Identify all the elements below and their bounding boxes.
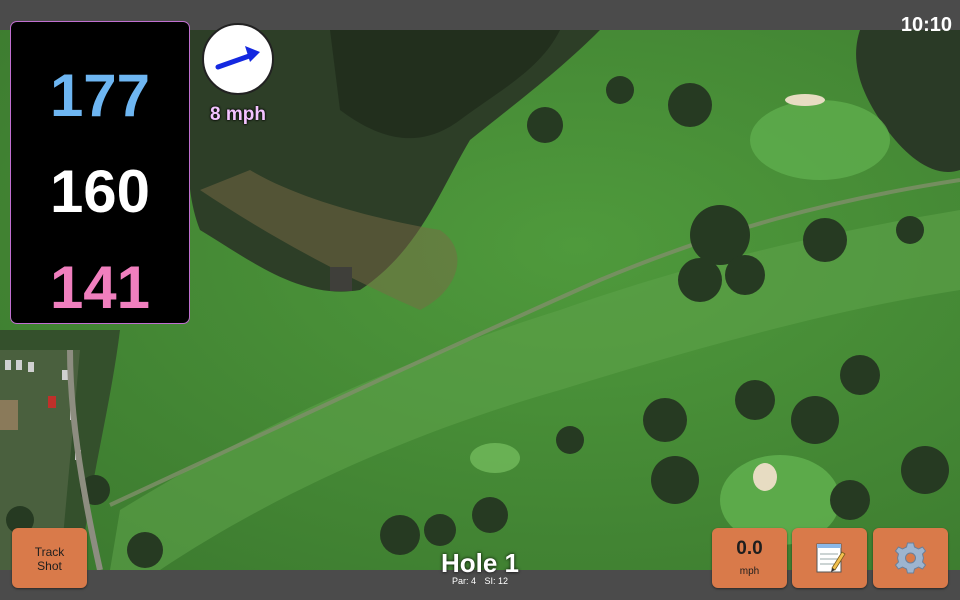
settings-button[interactable] bbox=[873, 528, 948, 588]
notes-button[interactable] bbox=[792, 528, 867, 588]
status-clock: 10:10 bbox=[900, 14, 952, 36]
hole-stroke-index: SI: 12 bbox=[484, 576, 509, 586]
distance-panel: 177 160 141 bbox=[11, 22, 189, 323]
speed-unit: mph bbox=[739, 566, 760, 577]
middle-distance: 160 bbox=[49, 158, 151, 225]
wind-speed: 8 mph bbox=[210, 104, 266, 125]
speed-button[interactable]: 0.0 mph bbox=[712, 528, 787, 588]
track-shot-label-line1: Track bbox=[34, 545, 65, 559]
track-shot-label-line2: Shot bbox=[37, 559, 62, 573]
hole-title: Hole 1 bbox=[440, 548, 520, 578]
arrow-right-icon bbox=[215, 46, 260, 70]
front-distance: 141 bbox=[49, 254, 151, 321]
hole-par: Par: 4 bbox=[451, 576, 476, 586]
gear-icon bbox=[894, 542, 927, 574]
wind-direction-dial bbox=[202, 23, 274, 95]
back-distance: 177 bbox=[49, 62, 151, 129]
hole-info: Par: 4 SI: 12 bbox=[380, 576, 580, 586]
track-shot-button[interactable]: Track Shot bbox=[12, 528, 87, 588]
speed-value: 0.0 bbox=[736, 538, 763, 559]
notepad-icon bbox=[816, 543, 846, 573]
